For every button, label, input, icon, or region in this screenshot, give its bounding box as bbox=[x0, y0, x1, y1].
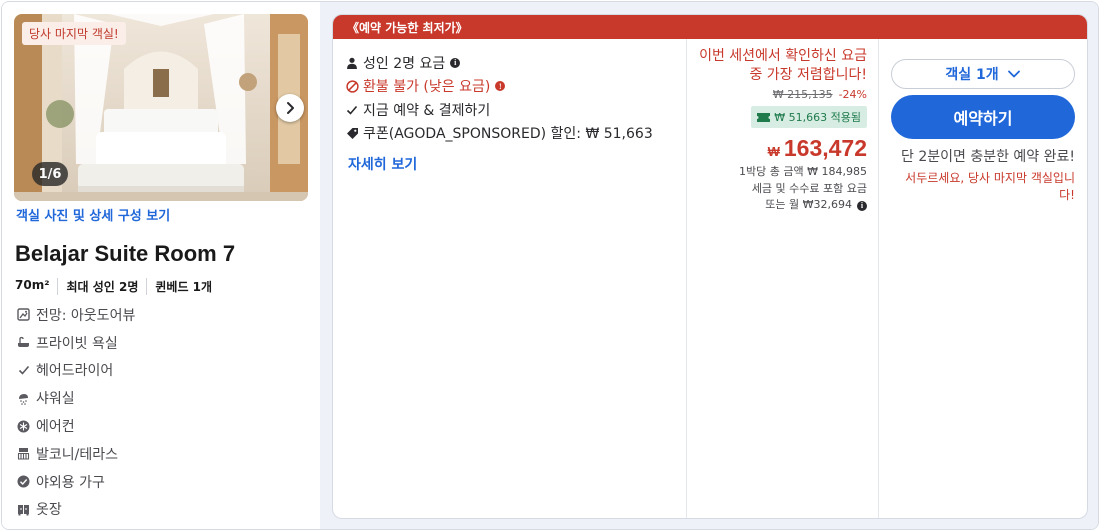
discount-percent: -24% bbox=[838, 88, 867, 101]
ticket-icon bbox=[757, 112, 771, 122]
feature-nonrefundable: 환불 불가 (낮은 요금) ! bbox=[345, 75, 653, 99]
bathtub-icon bbox=[16, 335, 31, 350]
feature-adults: 성인 2명 요금 i bbox=[345, 51, 653, 75]
wardrobe-icon bbox=[16, 502, 31, 517]
column-divider bbox=[878, 39, 879, 518]
amenity-item: 헤어드라이어 bbox=[16, 357, 135, 385]
amenity-item: 옷장 bbox=[16, 496, 135, 524]
room-info-panel: 당사 마지막 객실! 1/6 객실 사진 및 상세 구성 보기 Belajar … bbox=[2, 2, 320, 529]
amenity-list: 전망: 아웃도어뷰 프라이빗 욕실 헤어드라이어 샤워실 에어컨 발코니/테라스… bbox=[16, 301, 135, 523]
snowflake-icon bbox=[16, 419, 31, 434]
next-photo-button[interactable] bbox=[276, 94, 304, 122]
balcony-icon bbox=[16, 446, 31, 461]
room-specs: 70m² 최대 성인 2명 퀸베드 1개 bbox=[15, 278, 220, 295]
lowest-price-banner: 《예약 가능한 최저가》 bbox=[333, 15, 1087, 39]
amenity-item: 샤워실 bbox=[16, 384, 135, 412]
chevron-right-icon bbox=[287, 102, 294, 114]
tag-icon bbox=[345, 126, 359, 140]
rate-offer: 《예약 가능한 최저가》 성인 2명 요금 i 환불 불가 (낮은 요금) ! bbox=[332, 14, 1088, 519]
info-icon[interactable]: i bbox=[857, 201, 867, 212]
original-price: ₩ 215,135 bbox=[772, 88, 833, 101]
check-icon bbox=[16, 363, 31, 378]
more-details-link[interactable]: 자세히 보기 bbox=[348, 154, 417, 174]
chevron-down-icon bbox=[1007, 70, 1020, 78]
book-button[interactable]: 예약하기 bbox=[891, 95, 1075, 139]
check-circle-icon bbox=[16, 474, 31, 489]
room-photos-link[interactable]: 객실 사진 및 상세 구성 보기 bbox=[16, 205, 170, 224]
amenity-item: 전망: 아웃도어뷰 bbox=[16, 301, 135, 329]
booking-column: 객실 1개 예약하기 단 2분이면 충분한 예약 완료! 서두르세요, 당사 마… bbox=[891, 59, 1075, 204]
monthly-price: 또는 월 ₩32,694 i bbox=[689, 197, 867, 214]
feature-pay-now: 지금 예약 & 결제하기 bbox=[345, 98, 653, 122]
max-occupancy: 최대 성인 2명 bbox=[57, 278, 146, 295]
shower-icon bbox=[16, 391, 31, 406]
amenity-item: 야외용 가구 bbox=[16, 468, 135, 496]
room-size: 70m² bbox=[15, 278, 50, 292]
last-room-notice: 서두르세요, 당사 마지막 객실입니다! bbox=[905, 171, 1075, 202]
price-column: 이번 세션에서 확인하신 요금 중 가장 저렴합니다! ₩ 215,135 -24… bbox=[689, 47, 867, 214]
bed-type: 퀸베드 1개 bbox=[146, 278, 220, 295]
original-price-row: ₩ 215,135 -24% bbox=[689, 88, 867, 101]
view-icon bbox=[16, 307, 31, 322]
amenity-item: 프라이빗 욕실 bbox=[16, 329, 135, 357]
price-breakdown: 1박당 총 금액 ₩ 184,985 세금 및 수수료 포함 요금 또는 월 ₩… bbox=[689, 164, 867, 214]
cheapest-notice: 이번 세션에서 확인하신 요금 중 가장 저렴합니다! bbox=[699, 48, 867, 83]
amenity-item: 에어컨 bbox=[16, 412, 135, 440]
final-price: ₩163,472 bbox=[767, 135, 867, 161]
room-count-select[interactable]: 객실 1개 bbox=[891, 59, 1075, 89]
info-icon[interactable]: ! bbox=[495, 81, 506, 92]
coupon-applied-badge: ₩ 51,663 적용됨 bbox=[751, 106, 867, 128]
person-icon bbox=[345, 56, 359, 70]
feature-coupon: 쿠폰(AGODA_SPONSORED) 할인: ₩ 51,663 bbox=[345, 122, 653, 146]
no-refund-icon bbox=[345, 79, 359, 93]
photo-counter: 1/6 bbox=[32, 162, 68, 186]
room-photo[interactable]: 당사 마지막 객실! 1/6 bbox=[14, 14, 308, 201]
info-icon[interactable]: i bbox=[450, 57, 461, 68]
quick-booking-notice: 단 2분이면 충분한 예약 완료! bbox=[901, 149, 1075, 165]
room-name: Belajar Suite Room 7 bbox=[15, 241, 236, 266]
last-room-badge: 당사 마지막 객실! bbox=[22, 22, 126, 45]
room-card: 당사 마지막 객실! 1/6 객실 사진 및 상세 구성 보기 Belajar … bbox=[1, 1, 1099, 530]
rate-features: 성인 2명 요금 i 환불 불가 (낮은 요금) ! 지금 예약 & 결제하기 bbox=[345, 51, 653, 145]
amenity-item: 발코니/테라스 bbox=[16, 440, 135, 468]
check-icon bbox=[345, 103, 359, 117]
column-divider bbox=[686, 39, 687, 518]
